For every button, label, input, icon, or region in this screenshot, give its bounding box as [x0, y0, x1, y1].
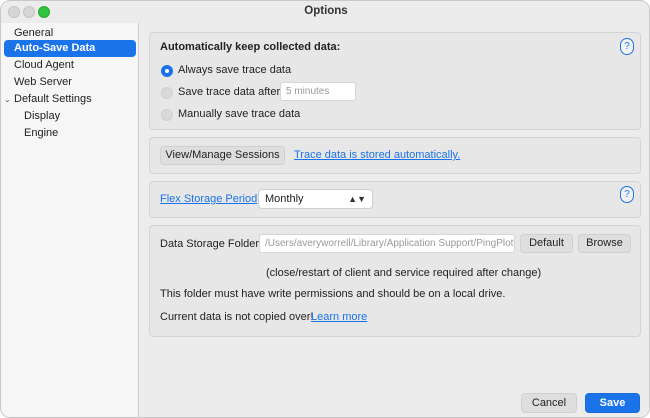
manual-save-label: Manually save trace data: [178, 108, 301, 120]
data-storage-folder-label: Data Storage Folder:: [160, 238, 263, 250]
radio-save-after[interactable]: [161, 87, 173, 99]
flex-storage-period-link[interactable]: Flex Storage Period: [160, 193, 257, 205]
window-title: Options: [304, 5, 348, 17]
permissions-note: This folder must have write permissions …: [160, 288, 506, 300]
chevron-up-down-icon: ▲▼: [348, 194, 366, 204]
storage-panel: Data Storage Folder: /Users/averyworrell…: [149, 225, 641, 337]
help-icon[interactable]: ?: [620, 186, 634, 203]
sessions-panel: View/Manage Sessions Trace data is store…: [149, 137, 641, 174]
sidebar-item-cloud-agent[interactable]: Cloud Agent: [1, 57, 137, 74]
sidebar: General Auto-Save Data Cloud Agent Web S…: [1, 23, 139, 417]
view-manage-sessions-button[interactable]: View/Manage Sessions: [160, 146, 285, 165]
flex-storage-period-select[interactable]: Monthly ▲▼: [258, 189, 373, 209]
copy-note: Current data is not copied over!: [160, 311, 314, 323]
options-window: Options General Auto-Save Data Cloud Age…: [0, 0, 650, 418]
sidebar-item-default-settings[interactable]: ⌄ Default Settings: [1, 91, 137, 108]
restart-note: (close/restart of client and service req…: [266, 267, 542, 279]
chevron-down-icon[interactable]: ⌄: [4, 91, 11, 108]
sidebar-item-auto-save-data[interactable]: Auto-Save Data: [4, 40, 136, 57]
sidebar-item-default-settings-label: Default Settings: [14, 93, 92, 105]
save-after-input[interactable]: 5 minutes: [280, 82, 356, 101]
sidebar-item-display[interactable]: Display: [1, 108, 137, 125]
content-area: Automatically keep collected data: ? Alw…: [140, 23, 649, 417]
always-save-label: Always save trace data: [178, 64, 292, 76]
radio-always-save[interactable]: [161, 65, 173, 77]
radio-manual-save[interactable]: [161, 109, 173, 121]
cancel-button[interactable]: Cancel: [521, 393, 577, 413]
data-storage-folder-input[interactable]: /Users/averyworrell/Library/Application …: [259, 234, 515, 253]
learn-more-link[interactable]: Learn more: [311, 311, 367, 323]
help-icon[interactable]: ?: [620, 38, 634, 55]
autosave-panel: Automatically keep collected data: ? Alw…: [149, 32, 641, 130]
default-button[interactable]: Default: [520, 234, 573, 253]
sidebar-item-engine[interactable]: Engine: [1, 125, 137, 142]
sidebar-item-web-server[interactable]: Web Server: [1, 74, 137, 91]
save-button[interactable]: Save: [585, 393, 640, 413]
autosave-heading: Automatically keep collected data:: [160, 41, 341, 53]
title-bar: Options: [1, 1, 649, 23]
flex-storage-period-value: Monthly: [265, 193, 304, 205]
flex-storage-panel: Flex Storage Period Monthly ▲▼ ?: [149, 181, 641, 218]
trace-data-stored-link[interactable]: Trace data is stored automatically.: [294, 149, 460, 161]
browse-button[interactable]: Browse: [578, 234, 631, 253]
save-after-label: Save trace data after: [178, 86, 281, 98]
